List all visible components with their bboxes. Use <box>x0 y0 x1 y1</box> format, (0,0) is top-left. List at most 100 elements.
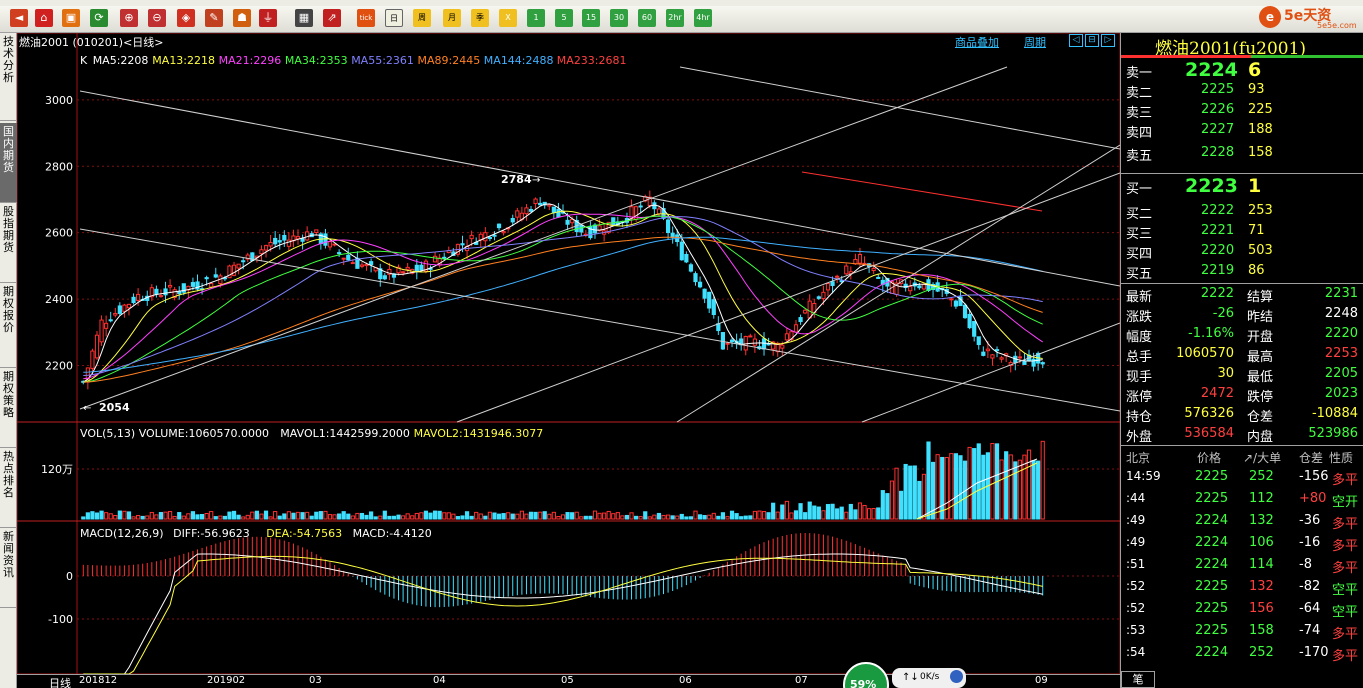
ask-row[interactable]: 卖三 2226 225 <box>1121 102 1363 122</box>
volume-bar <box>647 516 652 520</box>
volume-bar <box>474 511 479 520</box>
minute-60-icon[interactable]: 30 <box>610 9 628 27</box>
back-icon[interactable]: ◄ <box>10 9 28 27</box>
volume-bar <box>579 516 584 520</box>
hour-4-icon[interactable]: 2hr <box>666 9 684 27</box>
volume-bar <box>506 512 511 520</box>
volume-bar <box>1008 454 1013 520</box>
zoom-in-icon[interactable]: ⊕ <box>120 9 138 27</box>
legend-item: MA233:2681 <box>556 54 627 67</box>
legend-item: DEA:-54.7563 <box>266 527 343 540</box>
volume-bar <box>697 514 703 520</box>
bid-row[interactable]: 买四 2220 503 <box>1121 243 1363 263</box>
fire-icon[interactable]: ☗ <box>233 9 251 27</box>
month-icon[interactable]: 月 <box>443 9 461 27</box>
bid-row[interactable]: 买三 2221 71 <box>1121 223 1363 243</box>
legend-item: MAVOL1:1442599.2000 <box>280 427 410 440</box>
period-link[interactable]: 周期 <box>1024 34 1046 50</box>
bid-price: 2219 <box>1201 263 1235 278</box>
bid-volume: 1 <box>1248 175 1262 197</box>
filter-icon[interactable]: ⏚ <box>259 9 277 27</box>
pen-icon[interactable]: ✎ <box>205 9 223 27</box>
refresh-icon[interactable]: ⟳ <box>90 9 108 27</box>
volume-bar <box>661 514 666 520</box>
stat-value: 2253 <box>1324 346 1358 361</box>
ask-row[interactable]: 卖四 2227 188 <box>1121 122 1363 142</box>
minute-1-icon[interactable]: X <box>499 9 517 27</box>
bid-price: 2221 <box>1201 223 1235 238</box>
bid-row[interactable]: 买一 2223 1 <box>1121 175 1363 198</box>
candle-body <box>729 339 735 343</box>
trade-nature: 多平 <box>1332 627 1359 642</box>
volume-bar <box>551 511 556 520</box>
ask-row[interactable]: 卖五 2228 158 <box>1121 145 1363 165</box>
volume-bar <box>844 511 849 520</box>
left-tab-3[interactable]: 期权报价 <box>0 283 17 368</box>
season-icon[interactable]: 季 <box>471 9 489 27</box>
left-tab-0[interactable]: 技术分析 <box>0 33 17 121</box>
kline-chart-svg[interactable]: 3000 2800 2600 2400 2200 120万 0 -100 2784 → 2054 ← <box>17 33 1120 674</box>
tag-icon[interactable]: ◈ <box>177 9 195 27</box>
minute-30-icon[interactable]: 15 <box>582 9 600 27</box>
table-icon[interactable]: ▦ <box>295 9 313 27</box>
left-tab-2[interactable]: 股指期货 <box>0 203 17 283</box>
volume-bar <box>803 512 808 520</box>
fund-icon[interactable]: ▣ <box>62 9 80 27</box>
kline-chart-area[interactable]: 3000 2800 2600 2400 2200 120万 0 -100 2784 → 2054 ← <box>17 33 1120 674</box>
candle-body <box>1017 356 1022 359</box>
trade-price: 2225 <box>1195 579 1229 594</box>
volume-bar <box>560 514 566 520</box>
volume-bar <box>684 516 689 520</box>
volume-bar <box>693 510 698 520</box>
scroll-right-icon[interactable]: ▷ <box>1101 34 1115 47</box>
candle-body <box>263 245 269 251</box>
minute-5-icon[interactable]: 1 <box>527 9 545 27</box>
ask-row[interactable]: 卖二 2225 93 <box>1121 82 1363 102</box>
candle-body <box>684 254 689 263</box>
trade-price: 2224 <box>1195 645 1229 660</box>
scroll-left-icon[interactable]: ◁ <box>1069 34 1083 47</box>
week-icon[interactable]: 周 <box>413 9 431 27</box>
left-tab-4[interactable]: 期权策略 <box>0 368 17 448</box>
left-tab-5[interactable]: 热点排名 <box>0 448 17 528</box>
hour-2-icon[interactable]: 60 <box>638 9 656 27</box>
kline-icon[interactable]: ⇗ <box>323 9 341 27</box>
trades-header-cell: 价格 <box>1197 451 1222 465</box>
x-tick-label: 07 <box>795 675 808 686</box>
volume-bar <box>222 515 228 520</box>
commodity-overlay-link[interactable]: 商品叠加 <box>955 34 999 50</box>
volume-bar <box>707 514 712 520</box>
volume-bar <box>410 515 415 520</box>
volume-bar <box>789 512 794 520</box>
year-icon[interactable]: 4hr <box>694 9 712 27</box>
tick-icon[interactable]: tick <box>357 9 375 27</box>
ask-price: 2224 <box>1185 59 1238 81</box>
volume-bar <box>588 515 593 520</box>
zoom-out-icon[interactable]: ⊖ <box>148 9 166 27</box>
volume-bar <box>574 511 579 520</box>
home-icon[interactable]: ⌂ <box>35 9 53 27</box>
volume-bar <box>793 510 799 520</box>
trade-row: :52 2225 156 -64 空平 <box>1121 601 1363 621</box>
stat-value: 2205 <box>1324 366 1358 381</box>
volume-bar <box>432 510 438 520</box>
day-icon[interactable]: 日 <box>385 9 403 27</box>
volume-bar <box>295 511 301 520</box>
candle-body <box>816 296 821 299</box>
x-tick-label: 03 <box>309 675 322 686</box>
expand-icon[interactable]: ⊟ <box>1085 34 1099 47</box>
trade-time: :54 <box>1126 645 1146 659</box>
ask-row[interactable]: 卖一 2224 6 <box>1121 59 1363 82</box>
candle-body <box>167 284 173 288</box>
low-price-mark: 2054 <box>99 401 130 414</box>
minute-15-icon[interactable]: 5 <box>555 9 573 27</box>
volume-bar <box>158 512 164 520</box>
trade-row: 14:59 2225 252 -156 多平 <box>1121 469 1363 489</box>
left-tab-6[interactable]: 新闻资讯 <box>0 528 17 608</box>
left-tab-1[interactable]: 国内期货 <box>0 123 17 203</box>
volume-bar <box>245 514 250 520</box>
bid-row[interactable]: 买五 2219 86 <box>1121 263 1363 283</box>
bid-row[interactable]: 买二 2222 253 <box>1121 203 1363 223</box>
legend-item: MA34:2353 <box>284 54 348 67</box>
tick-detail-tab[interactable]: 笔 <box>1121 671 1155 688</box>
